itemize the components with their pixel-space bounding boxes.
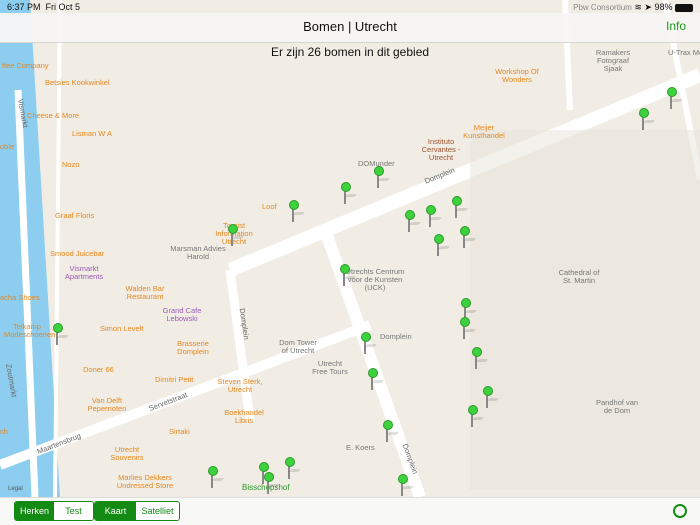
tree-pin[interactable] [285, 457, 295, 479]
poi-label[interactable]: Steven Sterk, Utrecht [212, 378, 268, 394]
tree-pin[interactable] [468, 405, 478, 427]
poi-label[interactable]: ch [0, 428, 8, 436]
poi-label[interactable]: Utrecht Souvenirs [107, 446, 147, 462]
tree-pin[interactable] [361, 332, 371, 354]
poi-label[interactable]: Smood Juicebar [50, 250, 104, 258]
status-carrier: Pbw Consortium [573, 3, 632, 12]
segment-kaart[interactable]: Kaart [95, 502, 137, 520]
tree-pin[interactable] [434, 234, 444, 256]
wifi-icon: ≋ [634, 2, 642, 12]
map-view[interactable]: ffee Company Betsies Kookwinkel Cheese &… [0, 0, 700, 497]
tree-pin[interactable] [368, 368, 378, 390]
segment-satelliet[interactable]: Satelliet [136, 502, 179, 520]
tree-pin[interactable] [639, 108, 649, 130]
poi-label[interactable]: Loof [262, 203, 277, 211]
tree-pin[interactable] [460, 226, 470, 248]
poi-label[interactable]: Van Delft Pepernoten [86, 397, 128, 413]
place-label[interactable]: Utrecht Free Tours [310, 360, 350, 376]
poi-label[interactable]: acha Shoes [0, 294, 40, 302]
tree-count-text: Er zijn 26 bomen in dit gebied [270, 45, 430, 59]
poi-label[interactable]: Brasserie Domplein [172, 340, 214, 356]
battery-level: 98% [654, 2, 673, 12]
place-label[interactable]: Vismarkt Apartments [62, 265, 106, 281]
status-time: 6:37 PM [7, 2, 41, 12]
poi-label[interactable]: Sirtaki [169, 428, 190, 436]
poi-label[interactable]: Workshop Of Wonders [495, 68, 539, 84]
segment-herken[interactable]: Herken [15, 502, 54, 520]
navigation-bar: Bomen | Utrecht Info [0, 13, 700, 43]
tree-pin[interactable] [341, 182, 351, 204]
poi-label[interactable]: Doner 66 [83, 366, 114, 374]
poi-label[interactable]: Lisman W A [72, 130, 112, 138]
poi-label[interactable]: Meijer Kunsthandel [462, 124, 506, 140]
location-icon: ➤ [644, 2, 652, 12]
tree-pin[interactable] [264, 472, 274, 494]
poi-label[interactable]: Telkamp Modeschoenen [4, 323, 55, 339]
poi-label[interactable]: Cheese & More [27, 112, 79, 120]
place-label[interactable]: Dom Tower of Utrecht [276, 339, 320, 355]
place-label[interactable]: Marsman Advies Harold [170, 245, 226, 261]
tree-pin[interactable] [374, 166, 384, 188]
poi-label[interactable]: Nozo [62, 161, 80, 169]
tree-pin[interactable] [483, 386, 493, 408]
status-date: Fri Oct 5 [45, 2, 81, 12]
poi-label[interactable]: Dimitri Petit [155, 376, 193, 384]
segment-test[interactable]: Test [54, 502, 93, 520]
battery-icon [675, 3, 693, 12]
tree-pin[interactable] [340, 264, 350, 286]
tree-pin[interactable] [667, 87, 677, 109]
tree-pin[interactable] [472, 347, 482, 369]
tree-pin[interactable] [426, 205, 436, 227]
bottom-toolbar: Herken Test Kaart Satelliet [0, 497, 700, 525]
poi-label[interactable]: ffee Company [2, 62, 49, 70]
place-label[interactable]: Grand Cafe Lebowski [160, 307, 204, 323]
place-label[interactable]: Cathedral of St. Martin [554, 269, 604, 285]
poi-label[interactable]: Marlies Dekkers Undressed Store [112, 474, 178, 490]
tree-pin[interactable] [53, 323, 63, 345]
poi-label[interactable]: oble [0, 143, 14, 151]
info-button[interactable]: Info [666, 19, 686, 33]
place-label[interactable]: E. Koers [346, 444, 375, 452]
poi-label[interactable]: Graaf Floris [55, 212, 94, 220]
tree-pin[interactable] [208, 466, 218, 488]
tree-pin[interactable] [289, 200, 299, 222]
poi-label[interactable]: Betsies Kookwinkel [45, 79, 110, 87]
poi-label[interactable]: Boekhandel Libris [222, 409, 266, 425]
place-label[interactable]: Instituto Cervantes - Utrecht [420, 138, 462, 162]
place-label[interactable]: Bisschopshof [242, 484, 290, 492]
tree-pin[interactable] [383, 420, 393, 442]
place-label[interactable]: Pandhof van de Dom [594, 399, 640, 415]
tree-pin[interactable] [452, 196, 462, 218]
status-bar: 6:37 PM Fri Oct 5 Pbw Consortium ≋ ➤ 98% [0, 0, 700, 13]
tree-pin[interactable] [398, 474, 408, 496]
page-title: Bomen | Utrecht [303, 19, 397, 34]
map-roads [0, 0, 700, 497]
poi-label[interactable]: Simon Levelt [100, 325, 143, 333]
mode-segmented-control[interactable]: Herken Test [14, 501, 94, 521]
poi-label[interactable]: Walden Bar Restaurant [124, 285, 166, 301]
maptype-segmented-control[interactable]: Kaart Satelliet [94, 501, 180, 521]
tree-pin[interactable] [405, 210, 415, 232]
locate-me-icon[interactable] [673, 504, 687, 518]
tree-pin[interactable] [228, 224, 238, 246]
legal-link[interactable]: Legal [8, 486, 23, 492]
place-label[interactable]: Utrechts Centrum voor de Kunsten (UCK) [345, 268, 405, 292]
place-label[interactable]: Domplein [380, 333, 412, 341]
tree-pin[interactable] [460, 317, 470, 339]
